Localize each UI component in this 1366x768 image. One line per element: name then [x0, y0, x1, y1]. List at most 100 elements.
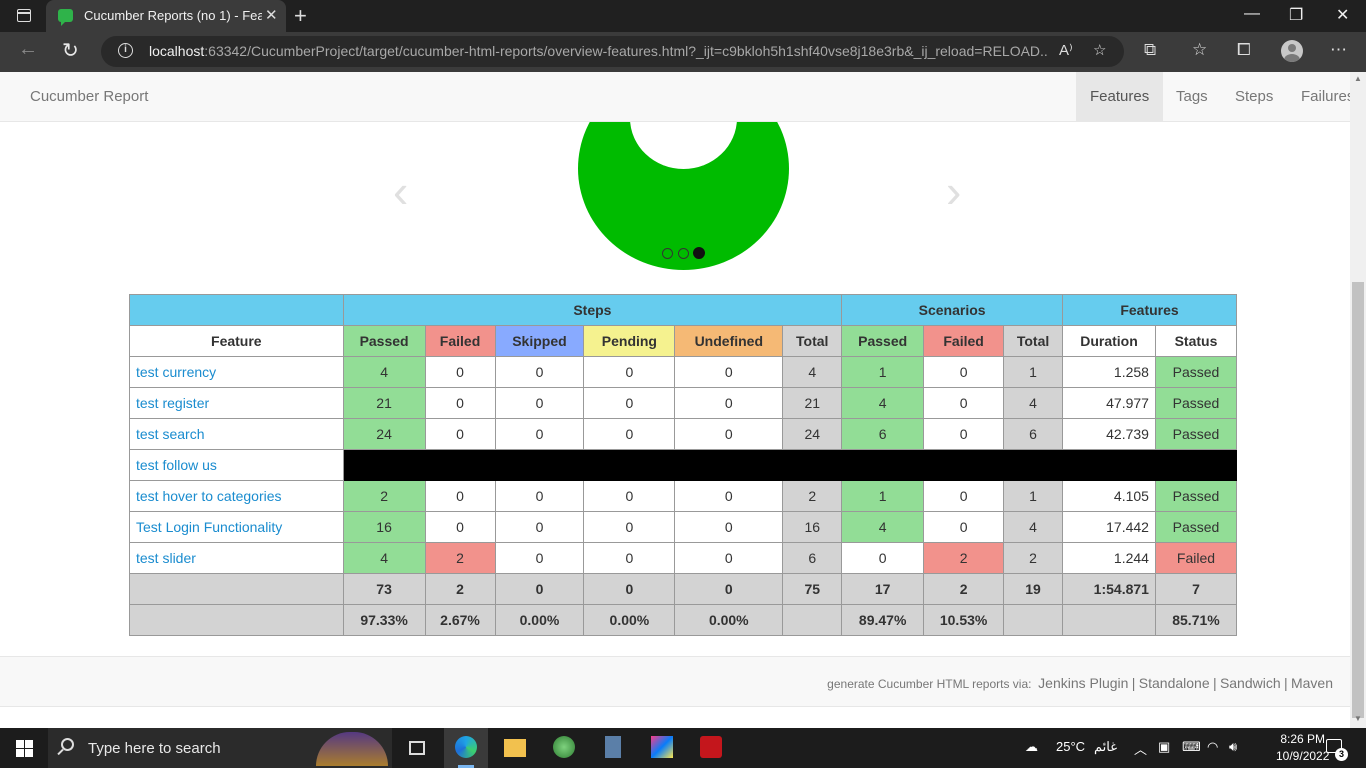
weather-condition[interactable]: غائم	[1094, 739, 1117, 755]
col-duration[interactable]: Duration	[1062, 325, 1156, 357]
language-icon[interactable]: ⌨	[1182, 739, 1201, 755]
clock-date: 10/9/2022	[1276, 749, 1330, 763]
page-scrollbar[interactable]: ▲ ▼	[1350, 72, 1366, 728]
scroll-thumb[interactable]	[1352, 282, 1364, 718]
browser-tab[interactable]: Cucumber Reports (no 1) - Featu ✕	[46, 0, 286, 32]
nav-steps[interactable]: Steps	[1221, 72, 1287, 121]
collections-icon[interactable]: ⧠	[1237, 40, 1251, 60]
site-info-icon[interactable]: i	[118, 43, 133, 58]
footer-link-maven[interactable]: Maven	[1291, 675, 1333, 691]
feature-link[interactable]: test follow us	[129, 449, 344, 481]
footer-link-jenkins[interactable]: Jenkins Plugin	[1038, 675, 1128, 691]
carousel-dot-1[interactable]	[662, 248, 673, 259]
pct-steps-passed: 97.33%	[342, 604, 426, 636]
scroll-up-icon[interactable]: ▲	[1354, 74, 1362, 83]
scenarios-failed: 0	[923, 418, 1005, 450]
pdf-reader-icon[interactable]	[689, 728, 733, 768]
nav-failures[interactable]: Failures	[1287, 72, 1350, 121]
edge-browser-icon[interactable]	[444, 728, 488, 768]
close-window-button[interactable]: ✕	[1336, 5, 1349, 25]
profile-avatar[interactable]	[1281, 40, 1303, 62]
feature-link[interactable]: test currency	[129, 356, 344, 388]
carousel-dot-2[interactable]	[678, 248, 689, 259]
col-steps-total[interactable]: Total	[782, 325, 843, 357]
col-feature[interactable]: Feature	[129, 325, 344, 357]
table-row: test follow us	[129, 449, 1238, 481]
footer-link-standalone[interactable]: Standalone	[1139, 675, 1210, 691]
address-bar[interactable]: i localhost:63342/CucumberProject/target…	[101, 36, 1124, 67]
wifi-icon[interactable]: ◠	[1207, 739, 1218, 755]
carousel-prev-icon[interactable]: ‹	[393, 164, 408, 218]
col-scenarios-total[interactable]: Total	[1003, 325, 1064, 357]
scroll-down-icon[interactable]: ▼	[1354, 714, 1362, 723]
steps-undefined: 0	[674, 418, 784, 450]
report-brand[interactable]: Cucumber Report	[30, 88, 148, 105]
pct-steps-undefined: 0.00%	[674, 604, 784, 636]
table-row: test search 24 0 0 0 0 24 6 0 6 42.739 P…	[129, 418, 1238, 450]
steps-failed: 0	[424, 511, 496, 543]
maximize-button[interactable]: ❐	[1289, 5, 1303, 25]
col-steps-undefined[interactable]: Undefined	[674, 325, 784, 357]
tab-close-icon[interactable]: ✕	[265, 6, 278, 24]
reload-icon[interactable]: ↻	[62, 38, 79, 63]
intellij-icon[interactable]	[640, 728, 684, 768]
col-scenarios-passed[interactable]: Passed	[841, 325, 925, 357]
table-row: test currency 4 0 0 0 0 4 1 0 1 1.258 Pa…	[129, 356, 1238, 388]
steps-passed: 2	[342, 480, 426, 512]
weather-cloud-icon[interactable]: ☁	[1025, 739, 1038, 755]
carousel-dot-3[interactable]	[693, 247, 705, 259]
col-scenarios-failed[interactable]: Failed	[923, 325, 1005, 357]
scenarios-passed: 1	[841, 356, 925, 388]
network-globe-icon[interactable]	[542, 728, 586, 768]
total-features: 7	[1154, 573, 1238, 605]
footer-link-sandwich[interactable]: Sandwich	[1220, 675, 1281, 691]
task-view-icon[interactable]	[395, 728, 439, 768]
carousel-next-icon[interactable]: ›	[946, 164, 961, 218]
scenarios-passed: 4	[841, 387, 925, 419]
volume-icon[interactable]: 🔊︎	[1229, 739, 1237, 755]
read-aloud-icon[interactable]: A⁾	[1059, 41, 1073, 59]
taskbar-search[interactable]: Type here to search	[48, 728, 392, 768]
minimize-button[interactable]: —	[1244, 5, 1260, 23]
back-arrow-icon[interactable]: ←	[18, 38, 38, 61]
scenarios-passed: 6	[841, 418, 925, 450]
col-status[interactable]: Status	[1154, 325, 1238, 357]
url-text[interactable]: localhost:63342/CucumberProject/target/c…	[149, 43, 1049, 59]
steps-passed: 24	[342, 418, 426, 450]
favorites-icon[interactable]: ☆	[1192, 40, 1207, 60]
col-steps-failed[interactable]: Failed	[424, 325, 496, 357]
device-icon[interactable]: ▣	[1158, 739, 1170, 755]
weather-temp[interactable]: 25°C	[1056, 739, 1085, 754]
tab-actions-icon[interactable]	[17, 9, 31, 22]
pct-scenarios-failed: 10.53%	[923, 604, 1005, 636]
steps-failed: 0	[424, 387, 496, 419]
new-tab-button[interactable]: +	[294, 3, 307, 29]
show-hidden-icons[interactable]: ︿	[1134, 739, 1147, 758]
status: Passed	[1154, 480, 1238, 512]
calculator-icon[interactable]	[591, 728, 635, 768]
col-steps-passed[interactable]: Passed	[342, 325, 426, 357]
file-explorer-icon[interactable]	[493, 728, 537, 768]
feature-link[interactable]: test hover to categories	[129, 480, 344, 512]
nav-tags[interactable]: Tags	[1162, 72, 1222, 121]
add-favorite-icon[interactable]: ☆	[1093, 41, 1106, 59]
steps-passed: 4	[342, 542, 426, 574]
total-duration: 1:54.871	[1062, 573, 1156, 605]
nav-features[interactable]: Features	[1076, 72, 1164, 121]
feature-link[interactable]: test slider	[129, 542, 344, 574]
more-menu-icon[interactable]: ⋯	[1330, 40, 1347, 60]
scenarios-passed: 1	[841, 480, 925, 512]
col-steps-skipped[interactable]: Skipped	[494, 325, 585, 357]
taskbar-clock[interactable]: 8:26 PM 10/9/2022	[1276, 731, 1329, 765]
steps-pending: 0	[583, 387, 676, 419]
extensions-icon[interactable]: ⧉	[1144, 40, 1156, 60]
steps-skipped: 0	[494, 356, 585, 388]
feature-link[interactable]: test search	[129, 418, 344, 450]
feature-link[interactable]: Test Login Functionality	[129, 511, 344, 543]
footer-sep: |	[1283, 675, 1288, 691]
duration: 1.244	[1062, 542, 1156, 574]
windows-start-icon[interactable]	[16, 740, 33, 757]
col-steps-pending[interactable]: Pending	[583, 325, 676, 357]
feature-link[interactable]: test register	[129, 387, 344, 419]
browser-toolbar: ← ↻ i localhost:63342/CucumberProject/ta…	[0, 32, 1366, 72]
